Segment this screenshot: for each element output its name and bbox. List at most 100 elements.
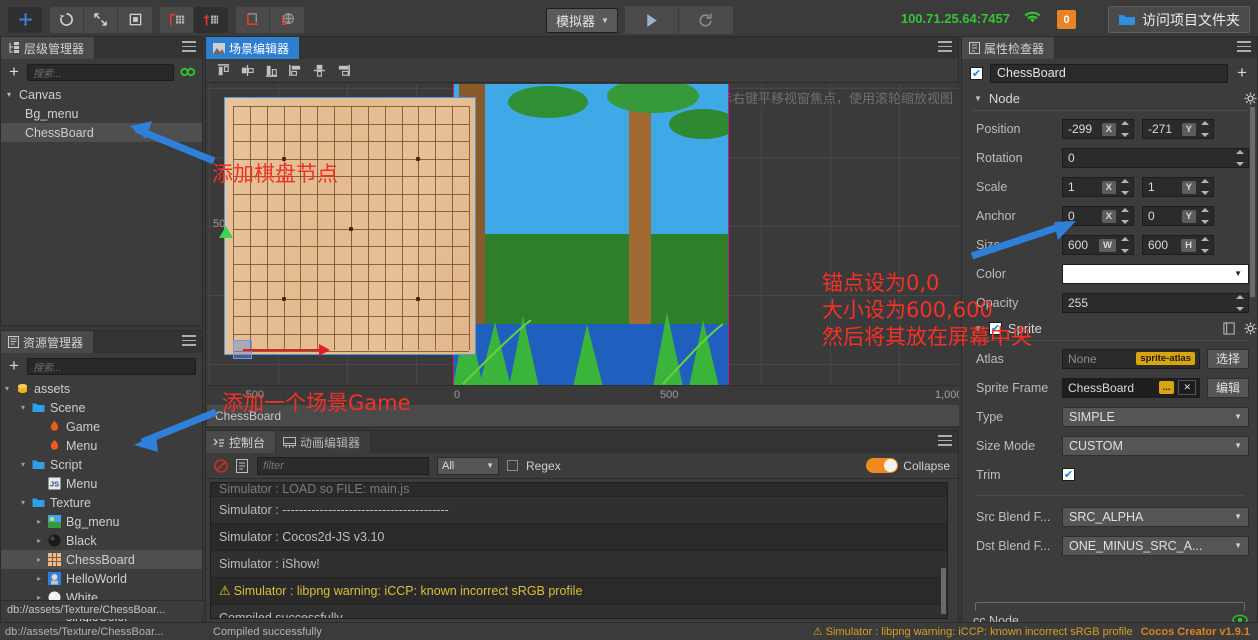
align-v-center-button[interactable]	[236, 61, 258, 80]
size-h-input[interactable]: 600 H	[1142, 235, 1214, 255]
hierarchy-node-canvas[interactable]: ▾Canvas	[1, 85, 202, 104]
tab-inspector[interactable]: 属性检查器	[962, 37, 1055, 59]
size-h-stepper[interactable]	[1199, 237, 1212, 253]
src-blend-select[interactable]: SRC_ALPHA ▼	[1062, 507, 1249, 527]
tab-assets[interactable]: 资源管理器	[1, 331, 94, 353]
chevron-icon[interactable]: ▸	[37, 517, 48, 526]
scene-menu-button[interactable]	[938, 41, 952, 52]
opacity-stepper[interactable]	[1234, 295, 1247, 311]
position-x-stepper[interactable]	[1119, 121, 1132, 137]
position-x-input[interactable]: -299 X	[1062, 119, 1134, 139]
sprite-frame-clear-button[interactable]: ✕	[1178, 380, 1196, 395]
play-button[interactable]	[625, 6, 679, 34]
console-log-row[interactable]: Simulator : LOAD so FILE: main.js	[211, 483, 947, 497]
size-mode-select[interactable]: CUSTOM ▼	[1062, 436, 1249, 456]
gear-icon[interactable]	[1244, 322, 1257, 335]
export-log-icon[interactable]	[236, 459, 249, 473]
console-log-row[interactable]: Compiled successfully	[211, 605, 947, 619]
rotation-stepper[interactable]	[1234, 150, 1247, 166]
console-log-row[interactable]: Simulator : iShow!	[211, 551, 947, 578]
assets-search-input[interactable]: 搜索...	[27, 358, 196, 375]
inspector-scrollbar[interactable]	[1250, 107, 1255, 297]
console-scrollbar[interactable]	[941, 568, 946, 614]
link-chain-icon[interactable]	[180, 65, 196, 79]
console-menu-button[interactable]	[938, 435, 952, 446]
rotation-input[interactable]: 0	[1062, 148, 1249, 168]
align-node-tool[interactable]	[160, 7, 194, 33]
assets-menu-button[interactable]	[182, 335, 196, 346]
align-grid-tool[interactable]	[194, 7, 228, 33]
tab-scene-editor[interactable]: 场景编辑器	[206, 37, 300, 59]
asset-item-black[interactable]: ▸Black	[1, 531, 202, 550]
chevron-icon[interactable]: ▾	[21, 403, 32, 412]
tab-hierarchy[interactable]: 层级管理器	[1, 37, 95, 59]
node-section-header[interactable]: ▼ Node	[962, 87, 1257, 109]
align-left-button[interactable]	[284, 61, 306, 80]
chevron-icon[interactable]: ▾	[7, 90, 19, 99]
sprite-frame-input[interactable]: ChessBoard ... ✕	[1062, 378, 1200, 398]
scene-viewport[interactable]: 500 使用鼠标右键平移视窗焦点，使用滚轮缩放视图	[207, 84, 959, 406]
simulator-select[interactable]: 模拟器 ▼	[546, 8, 618, 33]
console-log-row[interactable]: ⚠Simulator : libpng warning: iCCP: known…	[211, 578, 947, 605]
console-log-row[interactable]: Simulator : Cocos2d-JS v3.10	[211, 524, 947, 551]
chevron-icon[interactable]: ▸	[37, 536, 48, 545]
chevron-icon[interactable]: ▾	[21, 460, 32, 469]
message-badge[interactable]: 0	[1057, 10, 1076, 29]
hierarchy-search-input[interactable]: 搜索...	[27, 64, 174, 81]
node-enabled-checkbox[interactable]: ✔	[970, 67, 983, 80]
atlas-input[interactable]: None sprite-atlas	[1062, 349, 1200, 369]
console-level-select[interactable]: All ▼	[437, 457, 499, 475]
x-axis-gizmo[interactable]	[243, 349, 321, 351]
tab-animation-editor[interactable]: 动画编辑器	[276, 431, 371, 453]
atlas-select-button[interactable]: 选择	[1207, 349, 1249, 369]
asset-item-helloworld[interactable]: ▸HelloWorld	[1, 569, 202, 588]
asset-item-bg_menu[interactable]: ▸Bg_menu	[1, 512, 202, 531]
asset-item-assets[interactable]: ▾assets	[1, 379, 202, 398]
asset-item-texture[interactable]: ▾Texture	[1, 493, 202, 512]
scale-tool[interactable]	[84, 7, 118, 33]
coord-tool[interactable]	[270, 7, 304, 33]
add-component-button[interactable]: +	[1235, 66, 1249, 80]
scale-y-stepper[interactable]	[1199, 179, 1212, 195]
hierarchy-menu-button[interactable]	[182, 41, 196, 52]
asset-item-menu[interactable]: JSMenu	[1, 474, 202, 493]
console-filter-input[interactable]: filter	[257, 457, 429, 475]
open-project-folder-button[interactable]: 访问项目文件夹	[1108, 6, 1250, 33]
position-y-input[interactable]: -271 Y	[1142, 119, 1214, 139]
size-w-stepper[interactable]	[1119, 237, 1132, 253]
move-tool[interactable]	[8, 7, 42, 33]
align-right-button[interactable]	[332, 61, 354, 80]
inspector-menu-button[interactable]	[1237, 41, 1251, 52]
align-h-center-button[interactable]	[308, 61, 330, 80]
trim-checkbox[interactable]: ✔	[1062, 468, 1075, 481]
chevron-icon[interactable]: ▾	[5, 384, 16, 393]
gear-icon[interactable]	[1244, 92, 1257, 105]
anchor-x-stepper[interactable]	[1119, 208, 1132, 224]
chevron-icon[interactable]: ▸	[37, 555, 48, 564]
type-select[interactable]: SIMPLE ▼	[1062, 407, 1249, 427]
anchor-y-input[interactable]: 0 Y	[1142, 206, 1214, 226]
sprite-frame-edit-button[interactable]: 编辑	[1207, 378, 1249, 398]
anchor-y-stepper[interactable]	[1199, 208, 1212, 224]
dst-blend-select[interactable]: ONE_MINUS_SRC_A... ▼	[1062, 536, 1249, 556]
add-node-button[interactable]: +	[7, 65, 21, 79]
regex-checkbox[interactable]	[507, 460, 518, 471]
rotate-tool[interactable]	[50, 7, 84, 33]
color-swatch[interactable]: ▼	[1062, 264, 1249, 284]
collapse-toggle[interactable]	[866, 458, 898, 473]
chevron-icon[interactable]: ▸	[37, 574, 48, 583]
console-log-row[interactable]: Simulator : ----------------------------…	[211, 497, 947, 524]
asset-item-chessboard[interactable]: ▸ChessBoard	[1, 550, 202, 569]
position-y-stepper[interactable]	[1199, 121, 1212, 137]
console-log-list[interactable]: Simulator : LOAD so FILE: main.jsSimulat…	[210, 482, 948, 619]
scale-x-stepper[interactable]	[1119, 179, 1132, 195]
align-bottom-button[interactable]	[260, 61, 282, 80]
pivot-tool[interactable]	[236, 7, 270, 33]
clear-console-icon[interactable]	[214, 459, 228, 473]
rect-tool[interactable]	[118, 7, 152, 33]
scale-x-input[interactable]: 1 X	[1062, 177, 1134, 197]
help-book-icon[interactable]	[1223, 322, 1236, 335]
opacity-input[interactable]: 255	[1062, 293, 1249, 313]
create-asset-button[interactable]: +	[7, 359, 21, 373]
node-name-input[interactable]: ChessBoard	[990, 64, 1228, 83]
